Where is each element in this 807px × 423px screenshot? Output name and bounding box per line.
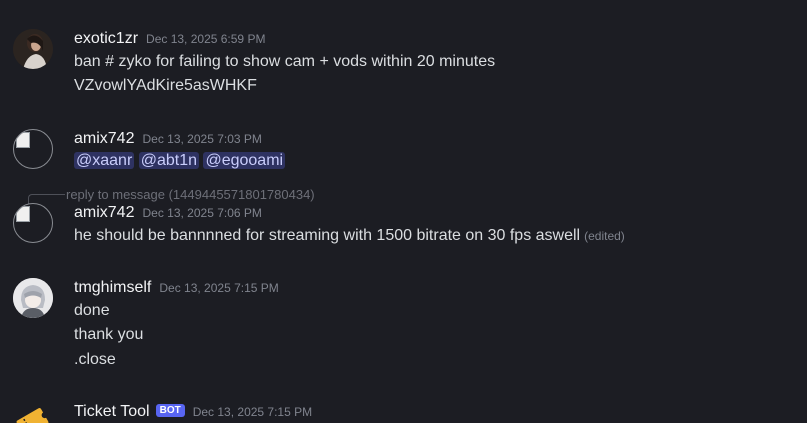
user-mention[interactable]: @abt1n [138, 152, 199, 169]
user-avatar-image [13, 278, 53, 318]
avatar[interactable] [13, 29, 53, 69]
bot-badge: BOT [155, 404, 185, 417]
message-text: @xaanr @abt1n @egooami [74, 152, 286, 170]
avatar[interactable] [13, 203, 53, 243]
username[interactable]: amix742 [74, 130, 134, 147]
username[interactable]: amix742 [74, 204, 134, 221]
avatar[interactable] [13, 129, 53, 169]
avatar[interactable] [13, 278, 53, 318]
user-avatar-image [13, 29, 53, 69]
username[interactable]: tmghimself [74, 279, 151, 296]
timestamp: Dec 13, 2025 7:06 PM [142, 206, 262, 220]
message-text: VZvowlYAdKire5asWHKF [74, 77, 257, 94]
message-text: he should be bannnned for streaming with… [74, 227, 625, 245]
chat-log: exotic1zr Dec 13, 2025 6:59 PM ban # zyko… [0, 0, 807, 423]
user-mention[interactable]: @xaanr [74, 152, 135, 169]
message-text: .close [74, 351, 116, 368]
avatar[interactable] [13, 403, 53, 423]
reply-reference[interactable]: reply to message (1449445571801780434) [66, 187, 315, 202]
timestamp: Dec 13, 2025 7:15 PM [192, 405, 313, 419]
message-header: amix742 Dec 13, 2025 7:06 PM [74, 204, 262, 222]
user-mention[interactable]: @egooami [203, 152, 286, 169]
broken-image-icon [16, 132, 30, 148]
message-header: Ticket Tool BOT Dec 13, 2025 7:15 PM [74, 403, 312, 421]
message-text: thank you [74, 326, 144, 343]
message-text: ban # zyko for failing to show cam + vod… [74, 53, 496, 70]
timestamp: Dec 13, 2025 7:03 PM [142, 132, 262, 146]
message-content: he should be bannnned for streaming with… [74, 227, 581, 244]
message-text: done [74, 302, 110, 319]
timestamp: Dec 13, 2025 6:59 PM [146, 32, 266, 46]
ticket-icon [16, 408, 49, 423]
message-header: amix742 Dec 13, 2025 7:03 PM [74, 130, 262, 148]
username[interactable]: exotic1zr [74, 30, 138, 47]
message-header: tmghimself Dec 13, 2025 7:15 PM [74, 279, 279, 297]
broken-image-icon [16, 206, 30, 222]
message-header: exotic1zr Dec 13, 2025 6:59 PM [74, 30, 265, 48]
timestamp: Dec 13, 2025 7:15 PM [159, 281, 279, 295]
username[interactable]: Ticket Tool [74, 403, 150, 420]
edited-label: (edited) [584, 229, 625, 243]
